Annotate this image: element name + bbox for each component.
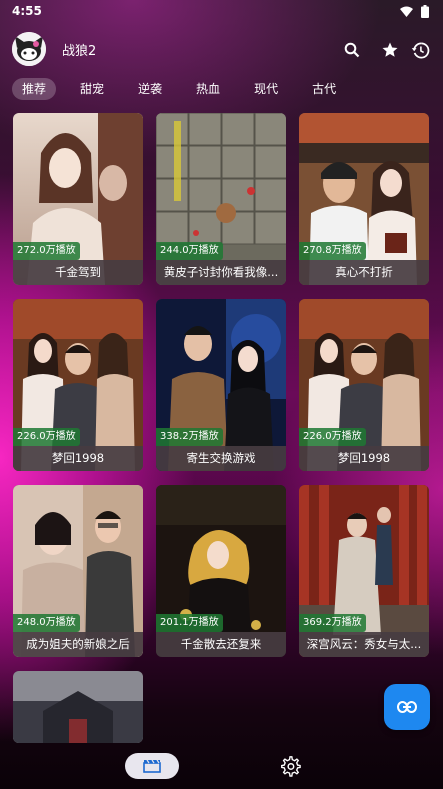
favorites-button[interactable]: [376, 36, 404, 64]
drama-card[interactable]: 338.2万播放 寄生交换游戏: [156, 299, 286, 471]
page-title: 战狼2: [62, 44, 97, 59]
card-title: 梦回1998: [299, 446, 429, 471]
tab-sweet[interactable]: 甜宠: [70, 78, 114, 100]
link-icon: [397, 701, 417, 713]
tab-recommended[interactable]: 推荐: [12, 78, 57, 100]
nav-settings[interactable]: [279, 755, 301, 777]
status-time: 4:55: [12, 4, 42, 18]
status-bar: 4:55: [0, 0, 443, 22]
view-count-badge: 369.2万播放: [299, 614, 366, 632]
history-button[interactable]: [406, 36, 434, 64]
view-count-badge: 244.0万播放: [156, 242, 223, 260]
card-title: 千金散去还复来: [156, 632, 286, 657]
search-button[interactable]: [338, 36, 366, 64]
card-title: 千金驾到: [13, 260, 143, 285]
avatar[interactable]: [12, 32, 46, 66]
drama-card[interactable]: [13, 671, 143, 743]
status-icons: [400, 4, 429, 18]
drama-card[interactable]: 270.8万播放 真心不打折: [299, 113, 429, 285]
star-icon: [382, 42, 398, 57]
nav-videos[interactable]: [125, 753, 179, 779]
poster-image: [13, 671, 143, 743]
link-button[interactable]: [384, 684, 430, 730]
app-header: 战狼2: [0, 30, 443, 70]
card-title: 深宫风云：秀女与太...: [299, 632, 429, 657]
tab-comeback[interactable]: 逆袭: [128, 78, 172, 100]
category-tabs: 推荐 甜宠 逆袭 热血 现代 古代: [12, 78, 360, 100]
view-count-badge: 226.0万播放: [299, 428, 366, 446]
view-count-badge: 201.1万播放: [156, 614, 223, 632]
card-title: 黄皮子讨封你看我像...: [156, 260, 286, 285]
drama-card[interactable]: 226.0万播放 梦回1998: [299, 299, 429, 471]
wifi-icon: [400, 6, 413, 17]
battery-icon: [421, 4, 429, 18]
card-title: 真心不打折: [299, 260, 429, 285]
tab-action[interactable]: 热血: [186, 78, 230, 100]
tab-ancient[interactable]: 古代: [302, 78, 346, 100]
drama-card[interactable]: 248.0万播放 成为姐夫的新娘之后: [13, 485, 143, 657]
drama-card[interactable]: 272.0万播放 千金驾到: [13, 113, 143, 285]
card-title: 成为姐夫的新娘之后: [13, 632, 143, 657]
history-icon: [411, 42, 429, 58]
view-count-badge: 338.2万播放: [156, 428, 223, 446]
bottom-nav: [0, 745, 443, 789]
search-icon: [344, 42, 360, 58]
card-title: 梦回1998: [13, 446, 143, 471]
clapperboard-icon: [143, 759, 161, 773]
view-count-badge: 248.0万播放: [13, 614, 80, 632]
gear-icon: [281, 756, 301, 777]
drama-card[interactable]: 369.2万播放 深宫风云：秀女与太...: [299, 485, 429, 657]
card-title: 寄生交换游戏: [156, 446, 286, 471]
drama-card[interactable]: 201.1万播放 千金散去还复来: [156, 485, 286, 657]
view-count-badge: 226.0万播放: [13, 428, 80, 446]
view-count-badge: 270.8万播放: [299, 242, 366, 260]
tab-modern[interactable]: 现代: [244, 78, 288, 100]
drama-card[interactable]: 226.0万播放 梦回1998: [13, 299, 143, 471]
drama-card[interactable]: 244.0万播放 黄皮子讨封你看我像...: [156, 113, 286, 285]
drama-grid: 272.0万播放 千金驾到 244.0万播放 黄皮子讨封你看我像... 270.…: [13, 113, 431, 743]
view-count-badge: 272.0万播放: [13, 242, 80, 260]
